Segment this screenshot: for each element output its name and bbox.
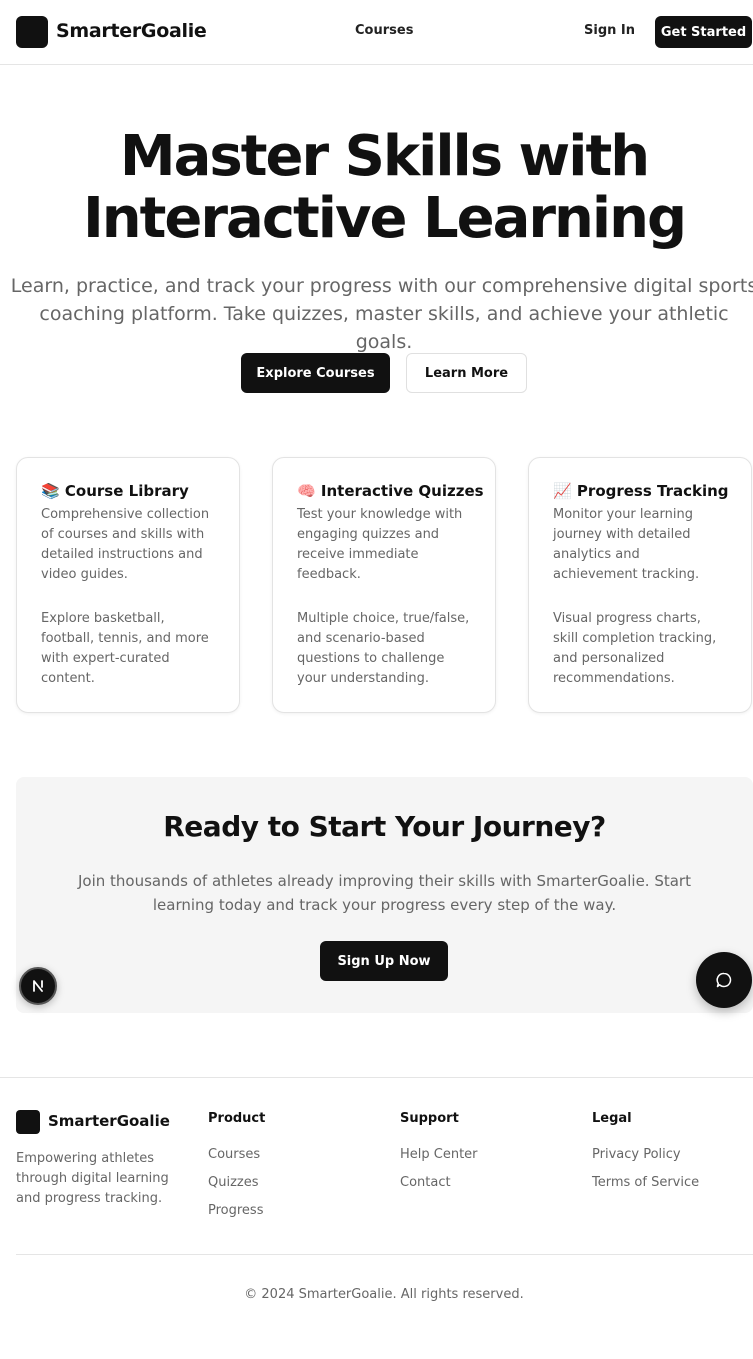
feature-card-detail: Visual progress charts, skill completion… [553, 611, 717, 686]
feature-card-description: Test your knowledge with engaging quizze… [297, 507, 463, 582]
cta-section: Ready to Start Your Journey? Join thousa… [16, 777, 753, 1013]
site-header: SmarterGoalie Courses Sign In Get Starte… [0, 0, 753, 65]
footer-column-legal: Legal Privacy Policy Terms of Service [592, 1110, 699, 1202]
copyright-text: © 2024 SmarterGoalie. All rights reserve… [244, 1287, 524, 1302]
footer-tagline: Empowering athletes through digital lear… [16, 1151, 169, 1206]
books-icon: 📚 [41, 482, 60, 500]
footer-link-quizzes[interactable]: Quizzes [208, 1174, 265, 1192]
feature-card-title: 📚 Course Library [41, 481, 215, 501]
footer-column-title: Product [208, 1111, 266, 1126]
feature-card-detail: Explore basketball, football, tennis, an… [41, 611, 209, 686]
footer-column-title: Support [400, 1111, 459, 1126]
hero-title-line-2: Interactive Learning [82, 186, 687, 251]
brand-name[interactable]: SmarterGoalie [56, 20, 207, 42]
get-started-button[interactable]: Get Started [655, 16, 752, 48]
brain-icon: 🧠 [297, 482, 316, 500]
nextjs-n-glyph [33, 980, 43, 992]
feature-card-interactive-quizzes: 🧠 Interactive Quizzes Test your knowledg… [272, 457, 496, 713]
cta-title: Ready to Start Your Journey? [163, 810, 606, 843]
nav-courses-link[interactable]: Courses [355, 23, 413, 38]
chat-bubble-glyph [716, 972, 732, 988]
footer-bottom-divider [16, 1254, 753, 1255]
chat-bubble-icon[interactable] [696, 952, 752, 1008]
footer-divider [0, 1077, 753, 1078]
feature-card-title-text: Interactive Quizzes [320, 482, 484, 500]
chart-increasing-icon: 📈 [553, 482, 572, 500]
feature-card-detail: Multiple choice, true/false, and scenari… [297, 611, 470, 686]
explore-courses-button[interactable]: Explore Courses [241, 353, 390, 393]
footer-column-product: Product Courses Quizzes Progress [208, 1110, 265, 1230]
feature-card-title-text: Progress Tracking [576, 482, 729, 500]
footer-link-help-center[interactable]: Help Center [400, 1146, 478, 1164]
feature-card-description: Monitor your learning journey with detai… [553, 507, 700, 582]
feature-card-title: 🧠 Interactive Quizzes [297, 481, 484, 501]
hero-title: Master Skills with Interactive Learning [0, 126, 753, 250]
footer-link-terms-of-service[interactable]: Terms of Service [592, 1174, 699, 1192]
feature-card-course-library: 📚 Course Library Comprehensive collectio… [16, 457, 240, 713]
feature-card-progress-tracking: 📈 Progress Tracking Monitor your learnin… [528, 457, 752, 713]
hero-subtitle: Learn, practice, and track your progress… [10, 275, 753, 353]
feature-card-title: 📈 Progress Tracking [553, 481, 729, 501]
cta-subtitle: Join thousands of athletes already impro… [78, 872, 691, 914]
sign-up-now-button[interactable]: Sign Up Now [320, 941, 448, 981]
learn-more-button[interactable]: Learn More [406, 353, 527, 393]
footer-link-contact[interactable]: Contact [400, 1174, 478, 1192]
footer-column-support: Support Help Center Contact [400, 1110, 478, 1202]
footer-link-progress[interactable]: Progress [208, 1202, 265, 1220]
sign-in-link[interactable]: Sign In [584, 23, 635, 38]
brand-logo-icon[interactable] [16, 16, 48, 48]
footer-link-courses[interactable]: Courses [208, 1146, 265, 1164]
footer-logo-icon[interactable] [16, 1110, 40, 1134]
footer-brand-name[interactable]: SmarterGoalie [48, 1112, 170, 1130]
footer-link-privacy-policy[interactable]: Privacy Policy [592, 1146, 699, 1164]
feature-card-description: Comprehensive collection of courses and … [41, 507, 210, 582]
footer-column-title: Legal [592, 1111, 632, 1126]
hero-title-line-1: Master Skills with [119, 124, 650, 189]
feature-card-title-text: Course Library [64, 482, 189, 500]
nextjs-icon[interactable] [19, 967, 57, 1005]
